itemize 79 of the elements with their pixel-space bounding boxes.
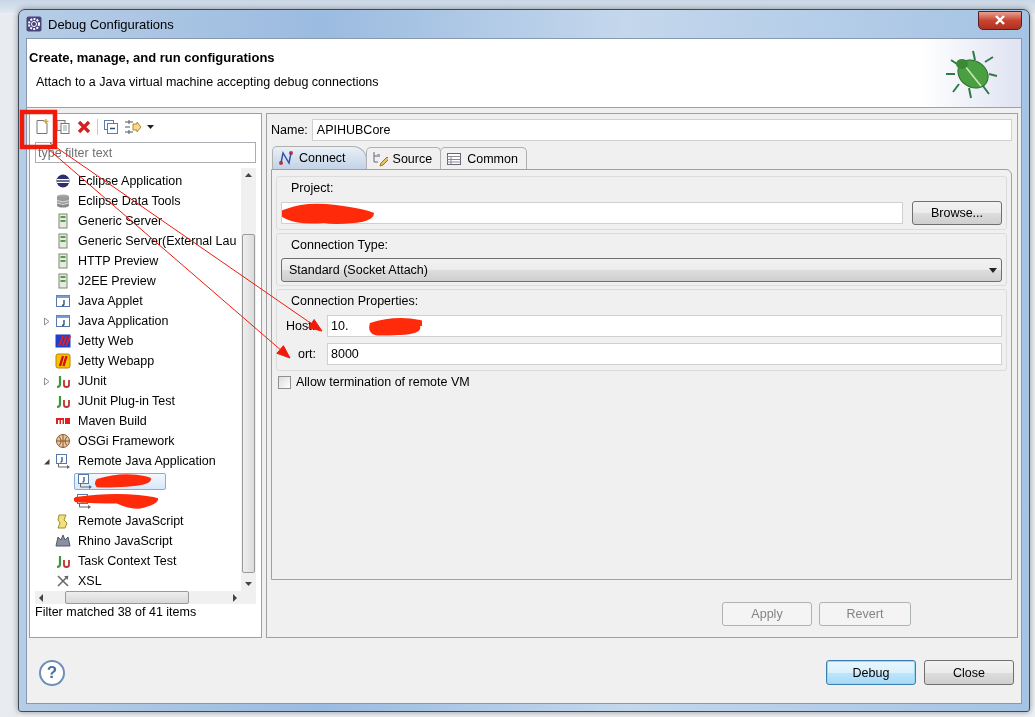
dialog-button[interactable]: Close: [924, 660, 1014, 685]
window-arrow-icon: [77, 473, 93, 489]
tree-item[interactable]: Remote JavaScript: [78, 514, 184, 528]
tree-item[interactable]: JUnit: [78, 374, 107, 388]
group-label: Connection Type:: [290, 238, 390, 254]
browse-button[interactable]: Browse...: [912, 201, 1002, 225]
gear-icon: [26, 16, 42, 32]
tree-item[interactable]: Maven Build: [78, 414, 147, 428]
tree-item[interactable]: JUnit Plug-in Test: [78, 394, 176, 408]
filter-status: Filter matched 38 of 41 items: [35, 605, 198, 619]
dialog-button[interactable]: Debug: [826, 660, 916, 685]
server-icon: [55, 253, 71, 269]
collapsed-arrow-icon[interactable]: [43, 376, 51, 386]
tree-item[interactable]: Jetty Webapp: [78, 354, 155, 368]
tree-item[interactable]: J2EE Preview: [78, 274, 156, 288]
tab[interactable]: Source: [365, 147, 442, 169]
tree-item[interactable]: Java Applet: [78, 294, 143, 308]
close-icon: [994, 15, 1006, 25]
connection-type-dropdown[interactable]: Standard (Socket Attach): [281, 258, 1002, 282]
tab[interactable]: Connect: [272, 146, 367, 169]
window-icon: [55, 313, 71, 329]
new-document-icon[interactable]: [34, 118, 50, 135]
rhino-icon: [55, 533, 71, 549]
dropdown-caret-icon[interactable]: [147, 124, 154, 129]
tree-item[interactable]: [74, 472, 166, 490]
tree-item[interactable]: Jetty Web: [78, 334, 134, 348]
tree-item[interactable]: OSGi Framework: [78, 434, 175, 448]
server-icon: [55, 213, 71, 229]
cross-arrows-icon: [55, 573, 71, 589]
vertical-scrollbar[interactable]: [241, 168, 256, 591]
host-field[interactable]: 10.: [327, 315, 1002, 337]
test-icon: [55, 373, 71, 389]
host-label: Host:: [285, 319, 317, 333]
filter-icon[interactable]: [124, 118, 142, 135]
stripes-icon: [55, 353, 71, 369]
globe-icon: [55, 433, 71, 449]
tab[interactable]: Common: [440, 147, 527, 169]
help-button[interactable]: ?: [39, 659, 65, 686]
database-icon: [55, 193, 71, 209]
table-icon: [446, 150, 463, 167]
tree-item[interactable]: HTTP Preview: [78, 254, 159, 268]
duplicate-icon[interactable]: [55, 118, 71, 135]
tree-item[interactable]: Java Application: [78, 314, 169, 328]
tree-item[interactable]: Task Context Test: [78, 554, 177, 568]
group-label: Connection Properties:: [290, 294, 420, 310]
project-field[interactable]: [281, 202, 903, 224]
group-label: Project:: [290, 181, 335, 197]
scribble: [369, 318, 422, 336]
window-arrow-icon: [55, 453, 71, 469]
name-label: Name:: [271, 123, 308, 137]
connect-icon: [278, 150, 294, 166]
window-icon: [55, 293, 71, 309]
tree-item[interactable]: Remote Java Application: [78, 454, 216, 468]
horizontal-scrollbar[interactable]: [35, 591, 256, 604]
close-button[interactable]: [978, 10, 1022, 30]
checkbox[interactable]: [278, 375, 291, 389]
header-message: Attach to a Java virtual machine accepting debug connections: [36, 75, 379, 89]
checkbox-label[interactable]: Allow termination of remote VM: [296, 375, 470, 389]
port-label: ort:: [297, 347, 318, 361]
tree-pencil-icon: [371, 150, 388, 167]
name-field[interactable]: APIHUBCore: [311, 119, 1012, 141]
collapsed-arrow-icon[interactable]: [43, 316, 51, 326]
header-title: Create, manage, and run configurations: [29, 50, 275, 65]
tree-item[interactable]: Rhino JavaScript: [78, 534, 173, 548]
highlight-box: [19, 109, 58, 150]
delete-icon[interactable]: [76, 118, 92, 135]
test-icon: [55, 393, 71, 409]
collapse-all-icon[interactable]: [103, 118, 119, 135]
server-icon: [55, 233, 71, 249]
stripes-icon: [55, 333, 71, 349]
server-icon: [55, 273, 71, 289]
scribble: [94, 473, 152, 488]
expanded-arrow-icon[interactable]: [43, 456, 51, 466]
sphere-icon: [55, 173, 71, 189]
dropdown-arrow-icon: [989, 267, 997, 273]
tree-item[interactable]: XSL: [78, 574, 102, 588]
window-title: Debug Configurations: [48, 16, 175, 32]
port-field[interactable]: 8000: [327, 343, 1002, 365]
test-icon: [55, 553, 71, 569]
